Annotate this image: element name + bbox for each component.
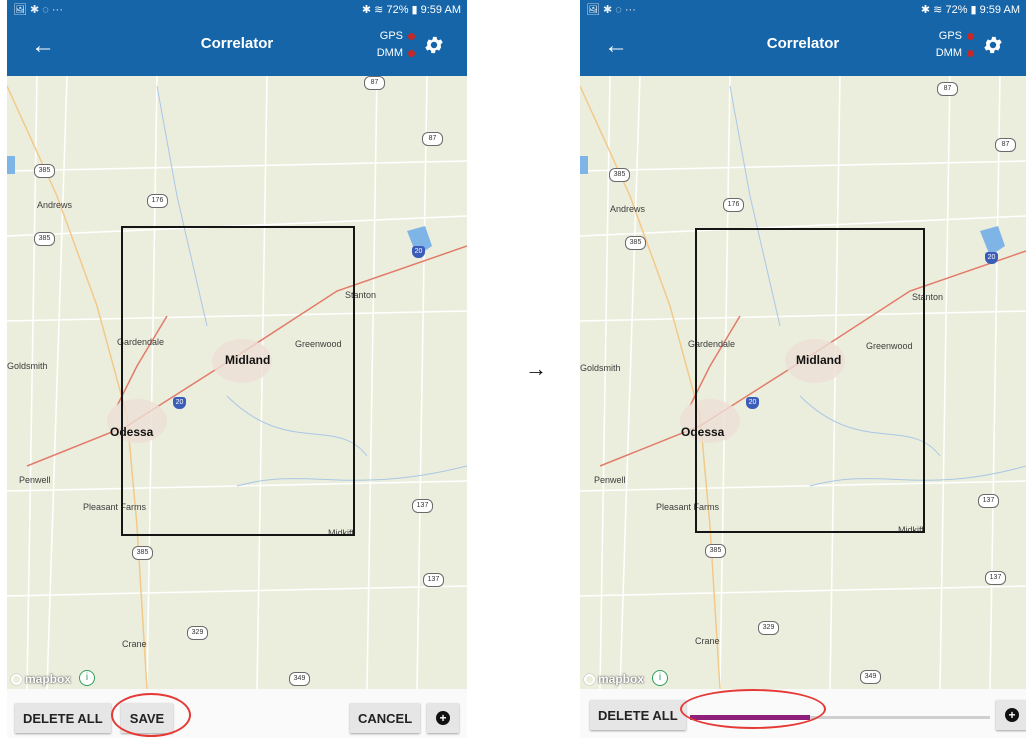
place-label: Andrews [610,204,646,214]
highway-shield: 385 [705,544,726,558]
place-label: Penwell [594,475,626,485]
add-button[interactable]: + [996,700,1026,730]
bottom-toolbar: DELETE ALL + [580,689,1026,738]
highway-shield: 349 [860,670,881,684]
map-view[interactable]: Andrews Gardendale Midland Greenwood Sta… [580,76,1026,689]
status-bar: 🖼 ✱ ◌ ··· ✱ ≋ 72% ▮ 9:59 AM [7,0,467,18]
dmm-label: DMM [935,47,962,59]
status-icons: 🖼 ✱ ◌ ··· [586,3,636,16]
mapbox-logo-icon [584,673,595,685]
info-icon[interactable]: i [652,670,668,686]
gps-status-dot [408,33,415,40]
plus-icon: + [1005,708,1019,722]
gps-label: GPS [379,30,403,42]
save-button[interactable]: SAVE [121,703,173,733]
dmm-status-dot [967,50,974,57]
connection-indicators: GPS DMM [936,28,974,62]
highway-shield: 176 [723,198,744,212]
add-button[interactable]: + [427,703,459,733]
bottom-toolbar: DELETE ALL SAVE CANCEL + [7,689,467,738]
dmm-label: DMM [376,47,403,59]
highway-shield: 87 [995,138,1016,152]
highway-shield: 137 [978,494,999,508]
status-clock: ✱ ≋ 72% ▮ 9:59 AM [361,3,461,16]
highway-shield: 176 [147,194,168,208]
selection-rectangle[interactable] [695,228,925,533]
status-clock: ✱ ≋ 72% ▮ 9:59 AM [920,3,1020,16]
highway-shield: 385 [34,164,55,178]
highway-shield: 349 [289,672,310,686]
progress-highlight-annotation [680,689,826,729]
highway-shield: 385 [609,168,630,182]
place-label: Goldsmith [580,363,621,373]
place-label: Crane [695,636,720,646]
highway-shield: 385 [625,236,646,250]
place-label: Crane [122,639,147,649]
gps-status-dot [967,33,974,40]
app-bar: ← Correlator GPS DMM [580,18,1026,76]
delete-all-button[interactable]: DELETE ALL [15,703,111,733]
highway-shield: 87 [364,76,385,90]
status-bar: 🖼 ✱ ◌ ··· ✱ ≋ 72% ▮ 9:59 AM [580,0,1026,18]
mapbox-logo: mapbox [584,672,644,686]
highway-shield: 385 [34,232,55,246]
transition-arrow: → [525,356,547,381]
cancel-button[interactable]: CANCEL [350,703,421,733]
place-label: Penwell [19,475,51,485]
app-bar: ← Correlator GPS DMM [7,18,467,76]
place-label: Andrews [37,200,73,210]
delete-all-button[interactable]: DELETE ALL [590,700,686,730]
highway-shield: 137 [985,571,1006,585]
gear-icon[interactable] [423,34,445,56]
highway-shield: 87 [422,132,443,146]
dmm-status-dot [408,50,415,57]
gear-icon[interactable] [982,34,1004,56]
highway-shield: 87 [937,82,958,96]
highway-shield: 137 [423,573,444,587]
highway-shield: 137 [412,499,433,513]
interstate-shield: 20 [412,246,425,258]
progress-slider[interactable] [690,715,990,720]
mapbox-logo: mapbox [11,672,71,686]
info-icon[interactable]: i [79,670,95,686]
highway-shield: 385 [132,546,153,560]
map-view[interactable]: Andrews Gardendale Midland Greenwood Sta… [7,76,467,689]
highway-shield: 329 [758,621,779,635]
place-label: Goldsmith [7,361,48,371]
selection-rectangle[interactable] [121,226,355,536]
mapbox-logo-icon [11,673,22,685]
plus-icon: + [436,711,450,725]
status-icons: 🖼 ✱ ◌ ··· [13,3,63,16]
highway-shield: 329 [187,626,208,640]
screen-before: 🖼 ✱ ◌ ··· ✱ ≋ 72% ▮ 9:59 AM ← Correlator… [7,0,467,738]
interstate-shield: 20 [985,252,998,264]
gps-label: GPS [938,30,962,42]
screen-after: 🖼 ✱ ◌ ··· ✱ ≋ 72% ▮ 9:59 AM ← Correlator… [580,0,1026,738]
progress-fill [690,715,810,720]
connection-indicators: GPS DMM [377,28,415,62]
